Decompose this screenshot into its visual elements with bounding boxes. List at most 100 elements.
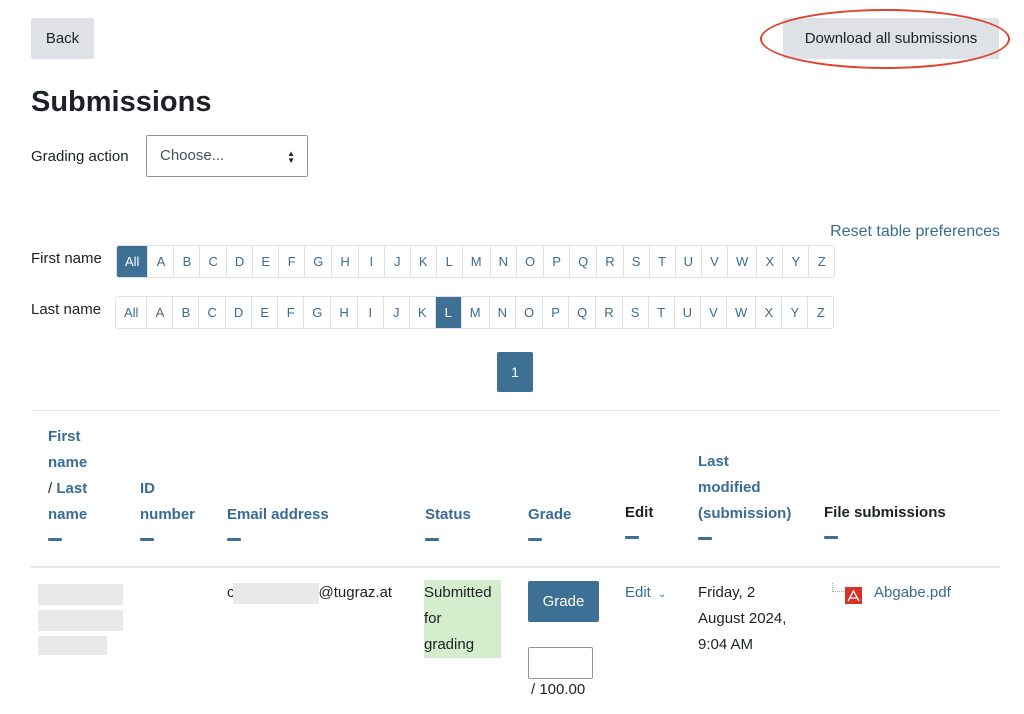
first-initial-z[interactable]: Z bbox=[808, 246, 834, 277]
reset-table-preferences-link[interactable]: Reset table preferences bbox=[830, 223, 1000, 241]
last-initial-i[interactable]: I bbox=[356, 297, 383, 328]
last-initial-all[interactable]: All bbox=[116, 297, 146, 328]
last-initial-s[interactable]: S bbox=[621, 297, 648, 328]
status-badge: Submitted for grading bbox=[424, 580, 501, 658]
first-initial-k[interactable]: K bbox=[409, 246, 436, 277]
last-initial-q[interactable]: Q bbox=[568, 297, 595, 328]
last-initial-w[interactable]: W bbox=[726, 297, 755, 328]
grade-input[interactable] bbox=[528, 647, 593, 679]
last-initial-e[interactable]: E bbox=[251, 297, 277, 328]
collapse-column-icon[interactable] bbox=[48, 538, 62, 541]
header-id-number[interactable]: ID number bbox=[140, 476, 195, 541]
collapse-column-icon[interactable] bbox=[625, 536, 639, 539]
edit-menu-toggle[interactable]: Edit ⌄ bbox=[625, 580, 666, 608]
last-initial-l[interactable]: L bbox=[434, 297, 461, 328]
last-initial-v[interactable]: V bbox=[700, 297, 726, 328]
last-modified-cell: Friday, 2 August 2024, 9:04 AM bbox=[698, 584, 787, 653]
last-initial-m[interactable]: M bbox=[460, 297, 489, 328]
last-initial-t[interactable]: T bbox=[647, 297, 674, 328]
first-initial-t[interactable]: T bbox=[648, 246, 675, 277]
header-status[interactable]: Status bbox=[425, 502, 471, 541]
file-tree-connector bbox=[832, 583, 844, 592]
first-initial-h[interactable]: H bbox=[331, 246, 357, 277]
last-initial-h[interactable]: H bbox=[330, 297, 356, 328]
header-first-last-name: First name / Last name bbox=[48, 424, 87, 541]
page-title: Submissions bbox=[31, 86, 212, 118]
email-cell: c @tugraz.at bbox=[227, 580, 392, 606]
first-initial-b[interactable]: B bbox=[173, 246, 199, 277]
redacted-name bbox=[38, 610, 123, 631]
redacted-email bbox=[232, 582, 319, 604]
first-initial-j[interactable]: J bbox=[383, 246, 410, 277]
grade-max-label: / 100.00 bbox=[531, 681, 586, 698]
sort-last-name[interactable]: Last name bbox=[48, 480, 87, 523]
collapse-column-icon[interactable] bbox=[140, 538, 154, 541]
first-initial-x[interactable]: X bbox=[756, 246, 782, 277]
first-initial-a[interactable]: A bbox=[147, 246, 173, 277]
pdf-icon bbox=[845, 587, 862, 604]
collapse-column-icon[interactable] bbox=[698, 537, 712, 540]
header-edit: Edit bbox=[625, 500, 653, 539]
first-initial-u[interactable]: U bbox=[674, 246, 701, 277]
grade-button[interactable]: Grade bbox=[528, 581, 599, 622]
first-initial-i[interactable]: I bbox=[357, 246, 384, 277]
header-file-submissions: File submissions bbox=[824, 500, 946, 539]
first-initial-v[interactable]: V bbox=[701, 246, 727, 277]
first-initial-g[interactable]: G bbox=[304, 246, 331, 277]
first-initial-d[interactable]: D bbox=[225, 246, 252, 277]
last-initial-c[interactable]: C bbox=[198, 297, 224, 328]
last-initial-z[interactable]: Z bbox=[807, 297, 833, 328]
table-header-divider bbox=[31, 566, 1000, 568]
last-initial-u[interactable]: U bbox=[673, 297, 700, 328]
grading-action-label: Grading action bbox=[31, 148, 129, 165]
redacted-name bbox=[38, 584, 123, 605]
redacted-name bbox=[38, 636, 107, 655]
first-initial-o[interactable]: O bbox=[515, 246, 543, 277]
first-initial-y[interactable]: Y bbox=[782, 246, 808, 277]
first-initial-s[interactable]: S bbox=[622, 246, 649, 277]
last-initial-x[interactable]: X bbox=[755, 297, 781, 328]
collapse-column-icon[interactable] bbox=[425, 538, 439, 541]
last-initial-y[interactable]: Y bbox=[781, 297, 807, 328]
last-initial-r[interactable]: R bbox=[595, 297, 621, 328]
first-initial-l[interactable]: L bbox=[435, 246, 462, 277]
grading-action-select[interactable]: Choose... ▲ ▼ bbox=[146, 135, 308, 177]
last-name-filter-label: Last name bbox=[31, 301, 102, 318]
last-initial-j[interactable]: J bbox=[382, 297, 409, 328]
last-initial-f[interactable]: F bbox=[277, 297, 303, 328]
last-initial-k[interactable]: K bbox=[408, 297, 435, 328]
first-initial-c[interactable]: C bbox=[199, 246, 225, 277]
sort-first-name[interactable]: First name bbox=[48, 428, 87, 471]
last-initial-g[interactable]: G bbox=[303, 297, 330, 328]
first-name-initials-bar: All A B C D E F G H I J K L M N O P Q R S T U V W X Y Z bbox=[116, 245, 836, 278]
last-initial-o[interactable]: O bbox=[514, 297, 542, 328]
first-initial-w[interactable]: W bbox=[727, 246, 756, 277]
file-link-abgabe[interactable]: Abgabe.pdf bbox=[874, 580, 951, 606]
first-initial-m[interactable]: M bbox=[461, 246, 490, 277]
header-email-address[interactable]: Email address bbox=[227, 502, 329, 541]
last-name-initials-bar: All A B C D E F G H I J K L M N O P Q R S T U V W X Y Z bbox=[115, 296, 835, 329]
collapse-column-icon[interactable] bbox=[227, 538, 241, 541]
last-initial-n[interactable]: N bbox=[488, 297, 515, 328]
first-initial-f[interactable]: F bbox=[278, 246, 304, 277]
table-top-divider bbox=[31, 410, 1000, 411]
first-initial-r[interactable]: R bbox=[596, 246, 622, 277]
pagination-page-1[interactable]: 1 bbox=[497, 352, 533, 392]
select-arrows-icon: ▲ ▼ bbox=[287, 149, 295, 165]
grading-action-value: Choose... bbox=[160, 147, 225, 164]
last-initial-p[interactable]: P bbox=[542, 297, 568, 328]
header-last-modified[interactable]: Last modified (submission) bbox=[698, 449, 791, 540]
first-initial-p[interactable]: P bbox=[543, 246, 569, 277]
last-initial-d[interactable]: D bbox=[224, 297, 251, 328]
back-button[interactable]: Back bbox=[31, 18, 94, 59]
first-initial-n[interactable]: N bbox=[489, 246, 516, 277]
collapse-column-icon[interactable] bbox=[824, 536, 838, 539]
download-all-submissions-button[interactable]: Download all submissions bbox=[783, 18, 999, 59]
header-grade[interactable]: Grade bbox=[528, 502, 571, 541]
last-initial-b[interactable]: B bbox=[172, 297, 198, 328]
first-initial-e[interactable]: E bbox=[252, 246, 278, 277]
last-initial-a[interactable]: A bbox=[146, 297, 172, 328]
first-initial-all[interactable]: All bbox=[117, 246, 148, 277]
first-initial-q[interactable]: Q bbox=[569, 246, 596, 277]
collapse-column-icon[interactable] bbox=[528, 538, 542, 541]
